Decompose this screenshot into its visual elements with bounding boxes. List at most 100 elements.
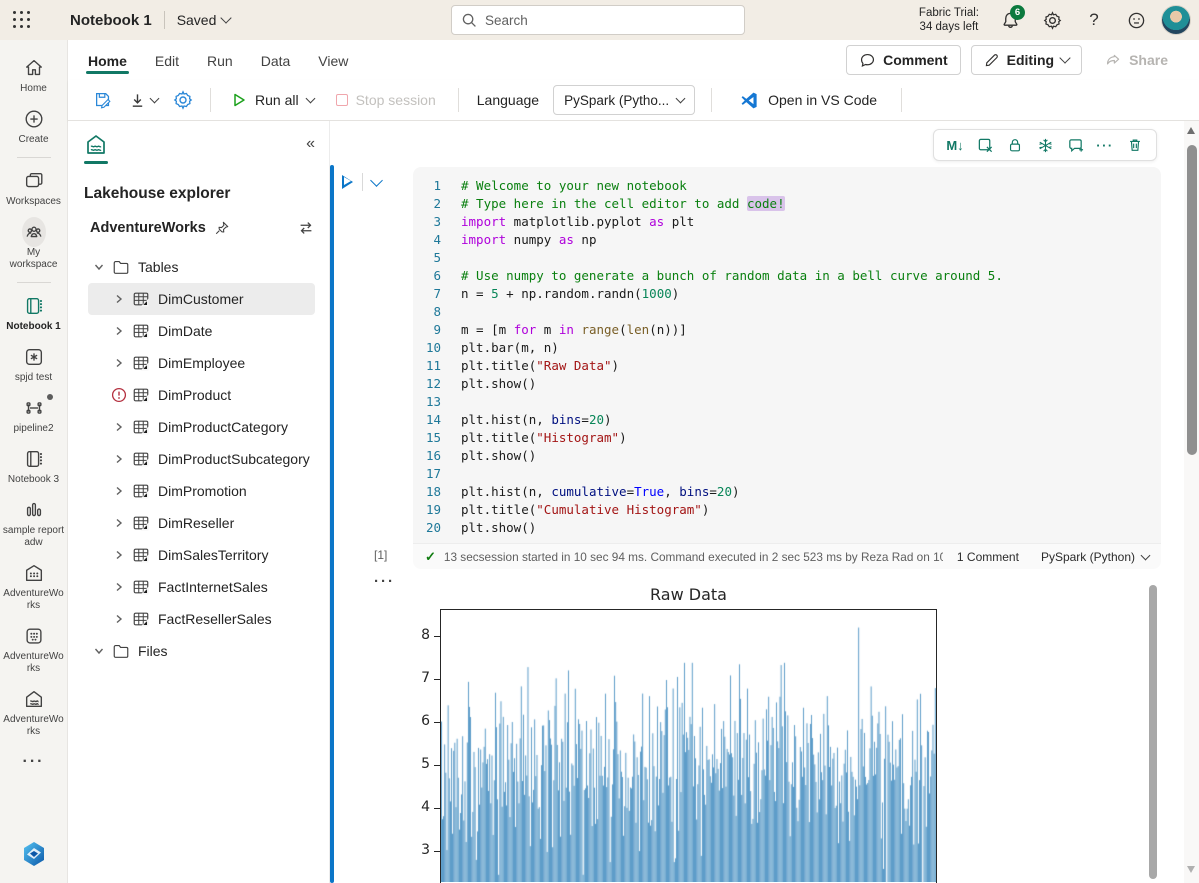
- editing-mode-dropdown[interactable]: Editing: [971, 45, 1082, 75]
- code-line[interactable]: 15plt.title("Histogram"): [413, 429, 1161, 447]
- search-input[interactable]: Search: [451, 5, 745, 35]
- scroll-up-arrow-icon[interactable]: [1187, 127, 1195, 134]
- rail-item-adventureworks[interactable]: AdventureWorks: [1, 681, 67, 744]
- code-line[interactable]: 13: [413, 393, 1161, 411]
- page-scrollbar[interactable]: [1184, 121, 1199, 883]
- rail-item-sample-report-adw[interactable]: sample report adw: [1, 492, 67, 555]
- tree-item-dimpromotion[interactable]: DimPromotion: [88, 475, 315, 507]
- page-scrollbar-thumb[interactable]: [1187, 145, 1197, 455]
- tab-view[interactable]: View: [304, 44, 362, 76]
- chevron-down-icon[interactable]: [90, 645, 108, 657]
- language-dropdown[interactable]: PySpark (Pytho...: [553, 85, 695, 115]
- code-line[interactable]: 7n = 5 + np.random.randn(1000): [413, 285, 1161, 303]
- rail-item-adventureworks[interactable]: AdventureWorks: [1, 618, 67, 681]
- open-vscode-button[interactable]: Open in VS Code: [728, 91, 889, 110]
- code-cell-editor[interactable]: 1# Welcome to your new notebook2# Type h…: [413, 167, 1161, 543]
- tree-item-files[interactable]: Files: [88, 635, 315, 667]
- code-line[interactable]: 3import matplotlib.pyplot as plt: [413, 213, 1161, 231]
- tab-data[interactable]: Data: [247, 44, 305, 76]
- code-line[interactable]: 18plt.hist(n, cumulative=True, bins=20): [413, 483, 1161, 501]
- saved-status-dropdown[interactable]: Saved: [177, 12, 231, 28]
- scroll-down-arrow-icon[interactable]: [1187, 866, 1195, 873]
- code-line[interactable]: 1# Welcome to your new notebook: [413, 177, 1161, 195]
- settings-button[interactable]: [1035, 3, 1069, 37]
- app-launcher-icon[interactable]: [0, 0, 44, 40]
- rail-item-notebook-3[interactable]: Notebook 3: [1, 441, 67, 492]
- code-line[interactable]: 10plt.bar(m, n): [413, 339, 1161, 357]
- chevron-right-icon[interactable]: [110, 613, 128, 625]
- run-cell-button[interactable]: [342, 175, 353, 189]
- rail-item-more[interactable]: ···: [1, 744, 67, 780]
- cell-comment-count[interactable]: 1 Comment: [957, 550, 1019, 564]
- tree-item-dimreseller[interactable]: DimReseller: [88, 507, 315, 539]
- tree-item-dimcustomer[interactable]: DimCustomer: [88, 283, 315, 315]
- error-icon[interactable]: [110, 387, 128, 403]
- tree-item-dimsalesterritory[interactable]: DimSalesTerritory: [88, 539, 315, 571]
- code-line[interactable]: 2# Type here in the cell editor to add c…: [413, 195, 1161, 213]
- code-line[interactable]: 6# Use numpy to generate a bunch of rand…: [413, 267, 1161, 285]
- run-all-button[interactable]: Run all: [223, 92, 322, 108]
- code-line[interactable]: 19plt.title("Cumulative Histogram"): [413, 501, 1161, 519]
- comment-button[interactable]: Comment: [846, 45, 961, 75]
- session-settings-button[interactable]: [168, 85, 198, 115]
- rail-item-home[interactable]: Home: [1, 50, 67, 101]
- cell-collapse-icon[interactable]: [370, 174, 383, 187]
- chevron-right-icon[interactable]: [110, 453, 128, 465]
- chevron-right-icon[interactable]: [110, 517, 128, 529]
- tree-item-dimdate[interactable]: DimDate: [88, 315, 315, 347]
- rail-item-adventureworks[interactable]: AdventureWorks: [1, 555, 67, 618]
- rail-item-workspaces[interactable]: Workspaces: [1, 163, 67, 214]
- help-button[interactable]: ?: [1077, 3, 1111, 37]
- code-line[interactable]: 14plt.hist(n, bins=20): [413, 411, 1161, 429]
- lock-icon[interactable]: [1002, 133, 1028, 157]
- clear-output-icon[interactable]: [972, 133, 998, 157]
- save-button[interactable]: [88, 85, 118, 115]
- chevron-right-icon[interactable]: [110, 357, 128, 369]
- chevron-right-icon[interactable]: [110, 549, 128, 561]
- more-icon[interactable]: ···: [1092, 133, 1118, 157]
- code-line[interactable]: 4import numpy as np: [413, 231, 1161, 249]
- code-line[interactable]: 8: [413, 303, 1161, 321]
- code-line[interactable]: 11plt.title("Raw Data"): [413, 357, 1161, 375]
- feedback-button[interactable]: [1119, 3, 1153, 37]
- chevron-right-icon[interactable]: [110, 421, 128, 433]
- chevron-right-icon[interactable]: [110, 581, 128, 593]
- notifications-button[interactable]: 6: [993, 3, 1027, 37]
- tab-edit[interactable]: Edit: [141, 44, 193, 76]
- rail-item-spjd-test[interactable]: spjd test: [1, 339, 67, 390]
- freeze-icon[interactable]: [1032, 133, 1058, 157]
- code-line[interactable]: 12plt.show(): [413, 375, 1161, 393]
- code-line[interactable]: 9m = [m for m in range(len(n))]: [413, 321, 1161, 339]
- rail-item-pipeline2[interactable]: pipeline2: [1, 390, 67, 441]
- cell-kernel-dropdown[interactable]: PySpark (Python): [1041, 550, 1149, 564]
- output-options-icon[interactable]: ···: [374, 573, 395, 590]
- pin-icon[interactable]: [214, 220, 230, 236]
- tree-item-dimemployee[interactable]: DimEmployee: [88, 347, 315, 379]
- rail-item-my-workspace[interactable]: My workspace: [1, 214, 67, 277]
- chevron-right-icon[interactable]: [110, 293, 128, 305]
- tree-item-dimproductsubcategory[interactable]: DimProductSubcategory: [88, 443, 315, 475]
- stop-session-button[interactable]: Stop session: [326, 92, 446, 108]
- tab-run[interactable]: Run: [193, 44, 247, 76]
- markdown-convert-icon[interactable]: M↓: [942, 133, 968, 157]
- collapse-panel-icon[interactable]: «: [306, 135, 315, 153]
- tree-item-factresellersales[interactable]: FactResellerSales: [88, 603, 315, 635]
- rail-item-create[interactable]: Create: [1, 101, 67, 152]
- export-button[interactable]: [122, 85, 164, 115]
- tree-item-factinternetsales[interactable]: FactInternetSales: [88, 571, 315, 603]
- chevron-down-icon[interactable]: [90, 261, 108, 273]
- chevron-right-icon[interactable]: [110, 325, 128, 337]
- tab-home[interactable]: Home: [74, 44, 141, 76]
- output-scrollbar-thumb[interactable]: [1149, 585, 1157, 879]
- tree-item-dimproduct[interactable]: DimProduct: [88, 379, 315, 411]
- switch-lakehouse-icon[interactable]: [297, 219, 315, 237]
- add-comment-icon[interactable]: [1062, 133, 1088, 157]
- tree-item-dimproductcategory[interactable]: DimProductCategory: [88, 411, 315, 443]
- rail-item-notebook-1[interactable]: Notebook 1: [1, 288, 67, 339]
- user-avatar[interactable]: [1161, 5, 1191, 35]
- lakehouse-icon[interactable]: [84, 133, 108, 162]
- lakehouse-source-name[interactable]: AdventureWorks: [90, 220, 206, 236]
- code-line[interactable]: 16plt.show(): [413, 447, 1161, 465]
- code-line[interactable]: 20plt.show(): [413, 519, 1161, 537]
- chevron-right-icon[interactable]: [110, 485, 128, 497]
